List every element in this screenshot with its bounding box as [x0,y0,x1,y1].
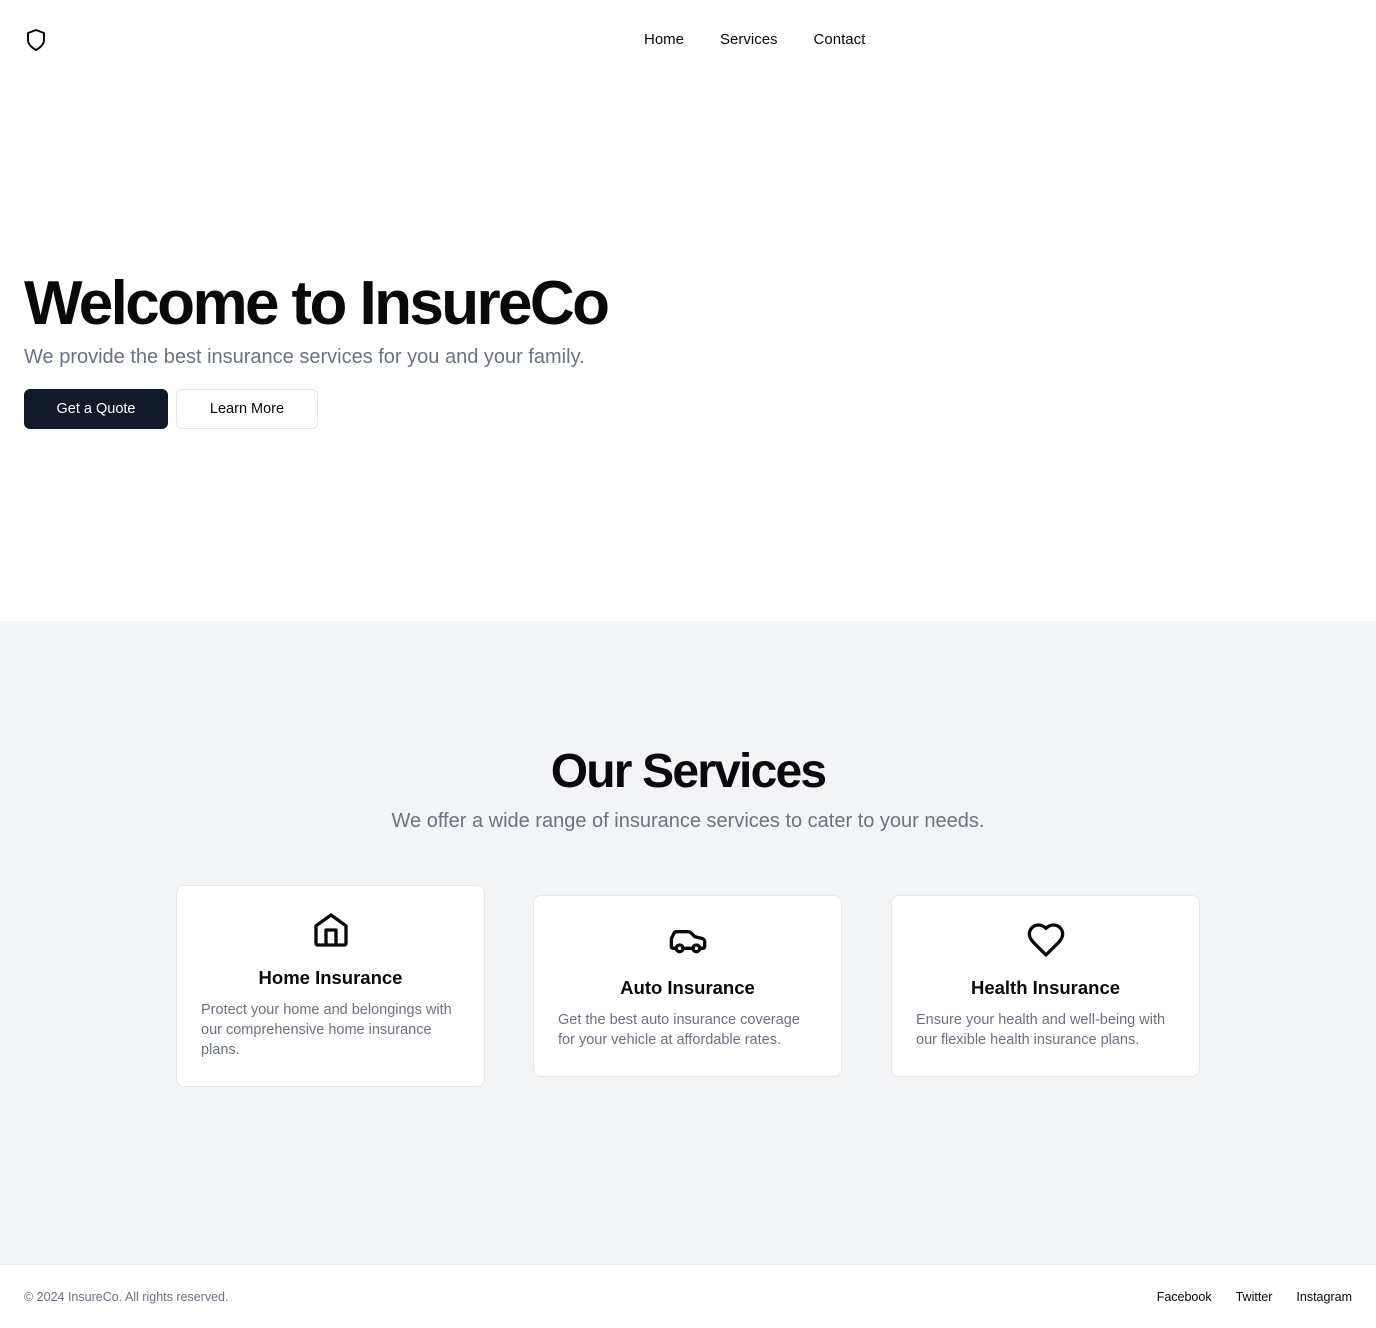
hero-subtitle: We provide the best insurance services f… [24,346,585,368]
shield-icon[interactable] [24,28,48,52]
health-insurance-card: Health Insurance Ensure your health and … [891,895,1200,1077]
home-icon [313,913,348,947]
nav-contact-link[interactable]: Contact [814,30,866,50]
car-icon [669,930,706,954]
get-quote-button[interactable]: Get a Quote [24,389,168,429]
card-description: Ensure your health and well-being with o… [916,1012,1166,1048]
auto-insurance-card: Auto Insurance Get the best auto insuran… [533,895,842,1077]
twitter-link[interactable]: Twitter [1236,1288,1273,1306]
hero-section: Welcome to InsureCo We provide the best … [0,80,1376,621]
heart-icon [1027,923,1064,957]
card-description: Protect your home and belongings with ou… [201,1002,452,1058]
site-header: Home Services Contact [0,0,1376,80]
card-title: Health Insurance [970,977,1121,998]
services-title: Our Services [550,745,827,798]
facebook-link[interactable]: Facebook [1157,1288,1212,1306]
services-subtitle: We offer a wide range of insurance servi… [391,810,985,832]
instagram-link[interactable]: Instagram [1296,1288,1352,1306]
home-insurance-card: Home Insurance Protect your home and bel… [176,885,485,1087]
copyright-text: © 2024 InsureCo. All rights reserved. [24,1290,229,1304]
card-title: Auto Insurance [620,977,755,998]
services-section: Our Services We offer a wide range of in… [0,621,1376,1264]
nav-services-link[interactable]: Services [720,30,778,50]
nav-home-link[interactable]: Home [644,30,684,50]
social-links: Facebook Twitter Instagram [1157,1288,1352,1306]
learn-more-button[interactable]: Learn More [176,389,318,429]
card-description: Get the best auto insurance coverage for… [558,1012,800,1048]
hero-title: Welcome to InsureCo [24,269,610,338]
site-footer: © 2024 InsureCo. All rights reserved. Fa… [0,1264,1376,1328]
main-nav: Home Services Contact [644,30,865,50]
card-title: Home Insurance [258,967,403,988]
